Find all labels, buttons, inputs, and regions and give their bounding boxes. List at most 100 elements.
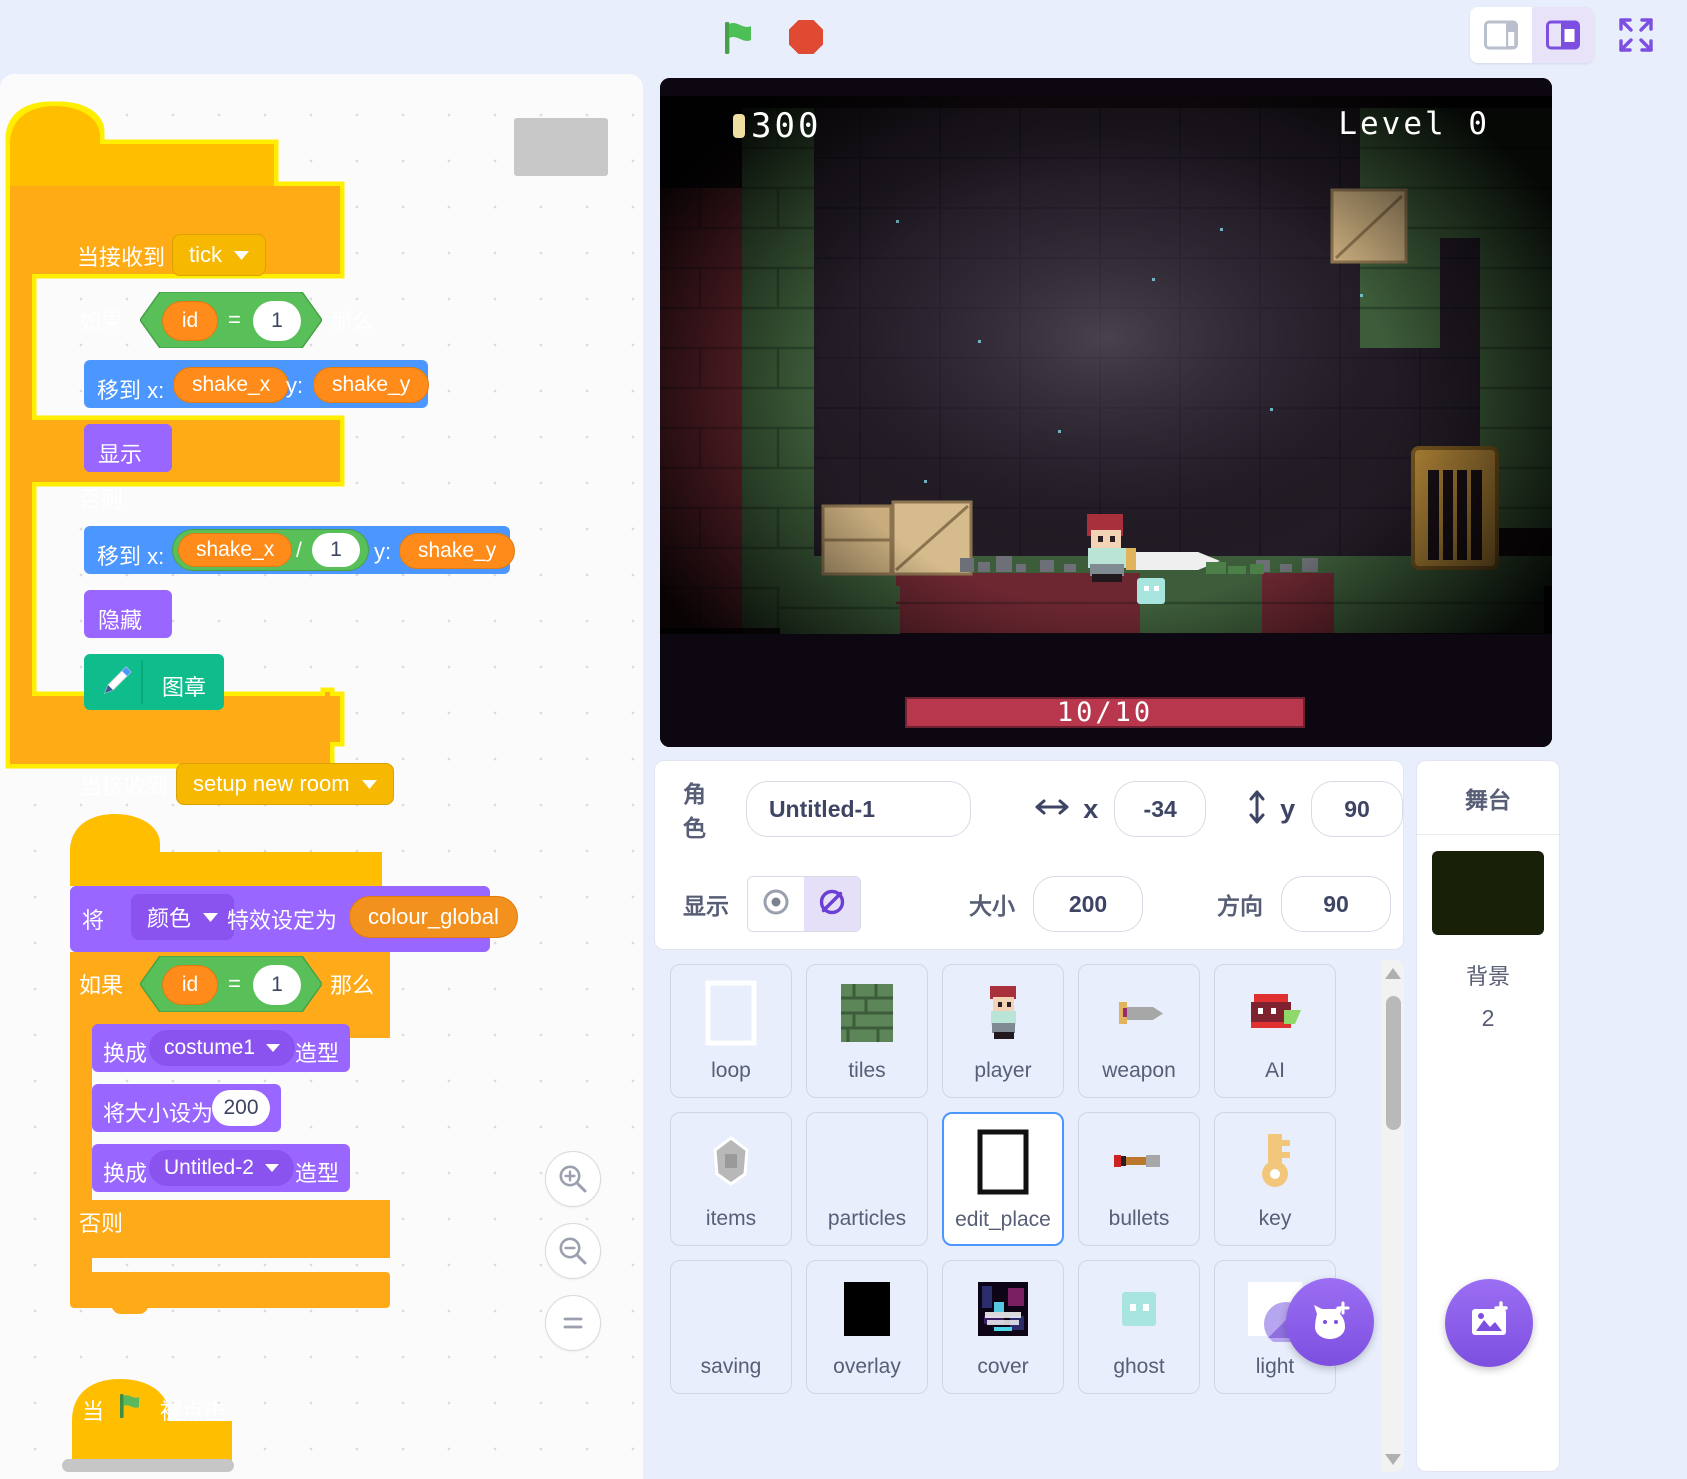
switch-costume-prefix-2: 换成 bbox=[103, 1156, 147, 1188]
scrollbar-thumb[interactable] bbox=[62, 1459, 234, 1472]
sprite-name-label: 角色 bbox=[683, 775, 728, 843]
sprite-tile-player[interactable]: player bbox=[942, 964, 1064, 1098]
add-sprite-button[interactable] bbox=[1286, 1278, 1374, 1366]
stage-pane-title: 舞台 bbox=[1417, 761, 1559, 835]
sprite-tile-weapon[interactable]: weapon bbox=[1078, 964, 1200, 1098]
scroll-up-arrow-icon[interactable] bbox=[1382, 960, 1404, 986]
sprite-tile-items[interactable]: items bbox=[670, 1112, 792, 1246]
then-label-1: 那么 bbox=[330, 304, 374, 336]
pen-icon bbox=[96, 662, 136, 702]
add-backdrop-button[interactable] bbox=[1445, 1279, 1533, 1367]
sprite-tile-saving[interactable]: saving bbox=[670, 1260, 792, 1394]
visibility-label: 显示 bbox=[683, 887, 729, 921]
eye-slash-icon bbox=[817, 887, 847, 922]
else-label-1: 否则 bbox=[79, 482, 123, 514]
lower-panels: 角色 Untitled-1 x -34 y 90 显示 bbox=[654, 760, 1687, 1479]
zoom-in-button[interactable] bbox=[545, 1151, 601, 1207]
sprite-thumbnail bbox=[1241, 1127, 1309, 1195]
dropdown-setup-new-room[interactable]: setup new room bbox=[176, 763, 394, 805]
variable-id-2[interactable]: id bbox=[162, 965, 218, 1005]
sprite-label: bullets bbox=[1109, 1207, 1170, 1231]
sprite-tile-ghost[interactable]: ghost bbox=[1078, 1260, 1200, 1394]
sprite-list-scrollbar[interactable] bbox=[1382, 960, 1404, 1472]
sprite-label: weapon bbox=[1102, 1059, 1176, 1083]
dropdown-untitled-2[interactable]: Untitled-2 bbox=[149, 1150, 294, 1186]
sprite-name-input[interactable]: Untitled-1 bbox=[746, 781, 971, 837]
stamp-label: 图章 bbox=[162, 670, 206, 702]
run-controls bbox=[709, 10, 833, 64]
sprite-thumbnail bbox=[1105, 1275, 1173, 1343]
input-divisor[interactable]: 1 bbox=[312, 533, 360, 567]
switch-costume-suffix-2: 造型 bbox=[295, 1156, 339, 1188]
variable-colour-global[interactable]: colour_global bbox=[349, 896, 518, 938]
sprite-label: loop bbox=[711, 1059, 751, 1083]
variable-id-1[interactable]: id bbox=[162, 301, 218, 341]
input-one-1[interactable]: 1 bbox=[253, 301, 301, 341]
sprite-y-input[interactable]: 90 bbox=[1311, 781, 1403, 837]
show-label: 显示 bbox=[98, 437, 142, 469]
zoom-controls bbox=[545, 1151, 601, 1351]
sprite-thumbnail bbox=[1105, 1127, 1173, 1195]
sprite-tile-edit_place[interactable]: edit_place bbox=[942, 1112, 1064, 1246]
game-render bbox=[660, 78, 1552, 747]
zoom-reset-button[interactable] bbox=[545, 1295, 601, 1351]
green-flag-button[interactable] bbox=[709, 10, 763, 64]
small-stage-button[interactable] bbox=[1470, 7, 1532, 63]
variable-shake-x-1[interactable]: shake_x bbox=[173, 367, 289, 403]
sprite-tile-bullets[interactable]: bullets bbox=[1078, 1112, 1200, 1246]
sprite-tile-cover[interactable]: cover bbox=[942, 1260, 1064, 1394]
stage-pane[interactable]: 舞台 背景 2 bbox=[1416, 760, 1560, 1472]
dropdown-effect-colour[interactable]: 颜色 bbox=[131, 894, 234, 940]
sprite-tile-particles[interactable]: particles bbox=[806, 1112, 928, 1246]
sprite-x-input[interactable]: -34 bbox=[1114, 781, 1206, 837]
sprite-thumbnail bbox=[1105, 979, 1173, 1047]
sprite-label: saving bbox=[701, 1355, 762, 1379]
sprite-label: tiles bbox=[848, 1059, 885, 1083]
sprite-thumbnail bbox=[833, 1275, 901, 1343]
stop-button[interactable] bbox=[779, 10, 833, 64]
dropdown-tick[interactable]: tick bbox=[172, 234, 266, 276]
cat-plus-icon bbox=[1308, 1298, 1352, 1347]
input-size-200[interactable]: 200 bbox=[212, 1090, 270, 1126]
workspace-horizontal-scrollbar[interactable] bbox=[0, 1457, 643, 1473]
sprite-direction-input[interactable]: 90 bbox=[1281, 876, 1391, 932]
sprite-tile-overlay[interactable]: overlay bbox=[806, 1260, 928, 1394]
goto-div-y-label: y: bbox=[374, 539, 391, 565]
sprite-label: cover bbox=[977, 1355, 1028, 1379]
when-flag-prefix: 当 bbox=[82, 1394, 104, 1426]
backdrop-thumbnail[interactable] bbox=[1432, 851, 1544, 935]
sprite-tile-loop[interactable]: loop bbox=[670, 964, 792, 1098]
normal-stage-button[interactable] bbox=[1532, 7, 1594, 63]
chevron-down-icon bbox=[203, 913, 218, 922]
dropdown-costume1[interactable]: costume1 bbox=[149, 1030, 295, 1066]
sprite-thumbnail bbox=[697, 979, 765, 1047]
chevron-down-icon bbox=[266, 1044, 280, 1052]
image-plus-icon bbox=[1467, 1299, 1511, 1348]
zoom-out-button[interactable] bbox=[545, 1223, 601, 1279]
sprite-size-input[interactable]: 200 bbox=[1033, 876, 1143, 932]
sprite-tile-tiles[interactable]: tiles bbox=[806, 964, 928, 1098]
sprite-list[interactable]: loop tiles player weapon AI itemsparticlesedi… bbox=[654, 960, 1404, 1472]
chevron-down-icon bbox=[265, 1164, 279, 1172]
sprite-tile-AI[interactable]: AI bbox=[1214, 964, 1336, 1098]
scroll-down-arrow-icon[interactable] bbox=[1382, 1446, 1404, 1472]
health-bar: 10/10 bbox=[905, 697, 1305, 728]
variable-shake-y-1[interactable]: shake_y bbox=[313, 367, 429, 403]
show-sprite-button[interactable] bbox=[748, 877, 804, 931]
sprite-thumbnail bbox=[833, 979, 901, 1047]
hide-sprite-button[interactable] bbox=[804, 877, 860, 931]
scratch-editor: 当接收到 tick 如果 id = 1 那么 移到 x: shake_x y: … bbox=[0, 0, 1687, 1479]
visibility-toggle-group bbox=[747, 876, 861, 932]
sprite-scroll-thumb[interactable] bbox=[1386, 996, 1401, 1130]
sprite-tile-key[interactable]: key bbox=[1214, 1112, 1336, 1246]
fullscreen-button[interactable] bbox=[1606, 7, 1666, 63]
then-label-2: 那么 bbox=[330, 968, 374, 1000]
input-one-2[interactable]: 1 bbox=[253, 965, 301, 1005]
code-workspace[interactable]: 当接收到 tick 如果 id = 1 那么 移到 x: shake_x y: … bbox=[0, 74, 643, 1479]
stage-view[interactable]: 300 Level 0 10/10 bbox=[660, 78, 1552, 747]
variable-shake-y-2[interactable]: shake_y bbox=[399, 533, 515, 569]
sprite-thumbnail bbox=[969, 1275, 1037, 1343]
sprite-thumbnail bbox=[833, 1127, 901, 1195]
sprite-info-card: 角色 Untitled-1 x -34 y 90 显示 bbox=[654, 760, 1404, 950]
variable-shake-x-2[interactable]: shake_x bbox=[178, 533, 292, 567]
